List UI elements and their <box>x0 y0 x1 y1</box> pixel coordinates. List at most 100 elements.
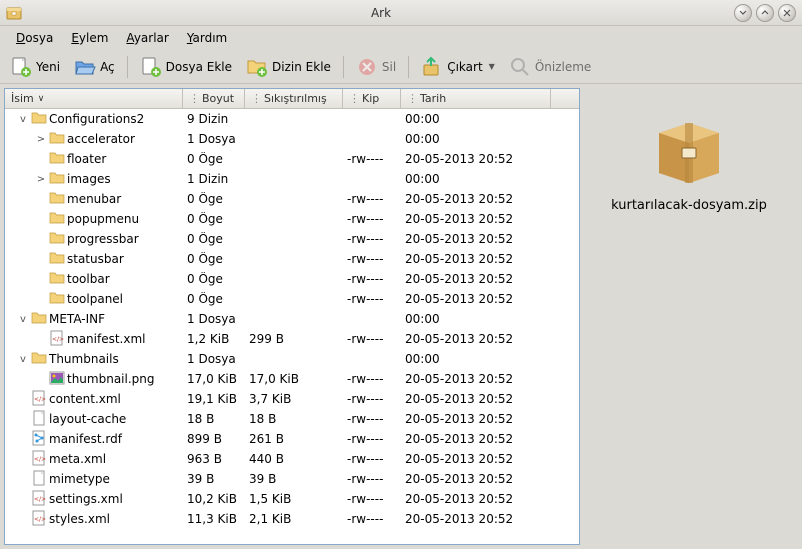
table-row[interactable]: </>styles.xml11,3 KiB2,1 KiB-rw----20-05… <box>5 509 579 529</box>
folder-icon <box>31 310 47 329</box>
table-row[interactable]: >accelerator1 Dosya00:00 <box>5 129 579 149</box>
file-name: floater <box>67 152 106 166</box>
file-date: 20-05-2013 20:52 <box>401 292 551 306</box>
png-icon <box>49 370 65 389</box>
table-row[interactable]: toolpanel0 Öge-rw----20-05-2013 20:52 <box>5 289 579 309</box>
minimize-button[interactable] <box>734 4 752 22</box>
app-icon <box>6 5 22 21</box>
expander-icon[interactable]: v <box>17 114 29 125</box>
folder-icon <box>31 350 47 369</box>
menu-file[interactable]: Dosya <box>8 28 61 48</box>
col-date[interactable]: ⋮Tarih <box>401 89 551 108</box>
col-mode[interactable]: ⋮Kip <box>343 89 401 108</box>
addfile-icon <box>140 56 162 78</box>
expander-icon[interactable]: > <box>35 174 47 185</box>
file-date: 20-05-2013 20:52 <box>401 332 551 346</box>
file-tree[interactable]: vConfigurations29 Dizin00:00>accelerator… <box>5 109 579 544</box>
archive-name: kurtarılacak-dosyam.zip <box>611 198 767 213</box>
file-name: menubar <box>67 192 121 206</box>
file-name: Configurations2 <box>49 112 144 126</box>
table-row[interactable]: floater0 Öge-rw----20-05-2013 20:52 <box>5 149 579 169</box>
file-date: 20-05-2013 20:52 <box>401 512 551 526</box>
menu-settings[interactable]: Ayarlar <box>118 28 176 48</box>
folder-icon <box>49 250 65 269</box>
xml-icon: </> <box>31 490 47 509</box>
table-row[interactable]: menubar0 Öge-rw----20-05-2013 20:52 <box>5 189 579 209</box>
table-row[interactable]: manifest.rdf899 B261 B-rw----20-05-2013 … <box>5 429 579 449</box>
file-name: META-INF <box>49 312 105 326</box>
file-date: 20-05-2013 20:52 <box>401 152 551 166</box>
table-row[interactable]: >images1 Dizin00:00 <box>5 169 579 189</box>
file-size: 0 Öge <box>183 192 245 206</box>
file-compressed: 440 B <box>245 452 343 466</box>
rdf-icon <box>31 430 47 449</box>
col-size[interactable]: ⋮Boyut <box>183 89 245 108</box>
file-name: content.xml <box>49 392 121 406</box>
file-mode: -rw---- <box>343 372 401 386</box>
open-icon <box>74 56 96 78</box>
svg-text:</>: </> <box>34 456 46 463</box>
menu-help[interactable]: Yardım <box>179 28 235 48</box>
extract-dropdown-icon[interactable]: ▼ <box>489 62 495 71</box>
new-button[interactable]: Yeni <box>4 53 66 81</box>
expander-icon[interactable]: v <box>17 354 29 365</box>
file-date: 00:00 <box>401 172 551 186</box>
menu-action[interactable]: Eylem <box>63 28 116 48</box>
table-row[interactable]: layout-cache18 B18 B-rw----20-05-2013 20… <box>5 409 579 429</box>
toolbar-separator <box>408 56 409 78</box>
xml-icon: </> <box>31 510 47 529</box>
table-row[interactable]: </>meta.xml963 B440 B-rw----20-05-2013 2… <box>5 449 579 469</box>
file-mode: -rw---- <box>343 272 401 286</box>
extract-icon <box>421 56 443 78</box>
file-date: 00:00 <box>401 312 551 326</box>
file-size: 899 B <box>183 432 245 446</box>
file-name: manifest.rdf <box>49 432 122 446</box>
file-size: 11,3 KiB <box>183 512 245 526</box>
table-row[interactable]: popupmenu0 Öge-rw----20-05-2013 20:52 <box>5 209 579 229</box>
table-row[interactable]: </>settings.xml10,2 KiB1,5 KiB-rw----20-… <box>5 489 579 509</box>
file-mode: -rw---- <box>343 452 401 466</box>
titlebar: Ark <box>0 0 802 26</box>
expander-icon[interactable]: > <box>35 134 47 145</box>
table-row[interactable]: thumbnail.png17,0 KiB17,0 KiB-rw----20-0… <box>5 369 579 389</box>
file-compressed: 1,5 KiB <box>245 492 343 506</box>
table-row[interactable]: toolbar0 Öge-rw----20-05-2013 20:52 <box>5 269 579 289</box>
file-mode: -rw---- <box>343 152 401 166</box>
svg-text:</>: </> <box>34 396 46 403</box>
file-icon <box>31 410 47 429</box>
file-size: 1 Dosya <box>183 132 245 146</box>
table-row[interactable]: progressbar0 Öge-rw----20-05-2013 20:52 <box>5 229 579 249</box>
window-title: Ark <box>28 6 734 20</box>
adddir-button[interactable]: Dizin Ekle <box>240 53 337 81</box>
maximize-button[interactable] <box>756 4 774 22</box>
file-size: 10,2 KiB <box>183 492 245 506</box>
table-row[interactable]: vMETA-INF1 Dosya00:00 <box>5 309 579 329</box>
file-date: 20-05-2013 20:52 <box>401 212 551 226</box>
table-row[interactable]: </>content.xml19,1 KiB3,7 KiB-rw----20-0… <box>5 389 579 409</box>
open-button[interactable]: Aç <box>68 53 121 81</box>
addfile-button[interactable]: Dosya Ekle <box>134 53 238 81</box>
table-row[interactable]: vThumbnails1 Dosya00:00 <box>5 349 579 369</box>
col-compressed[interactable]: ⋮Sıkıştırılmış <box>245 89 343 108</box>
close-button[interactable] <box>778 4 796 22</box>
file-compressed: 261 B <box>245 432 343 446</box>
table-row[interactable]: statusbar0 Öge-rw----20-05-2013 20:52 <box>5 249 579 269</box>
folder-icon <box>49 210 65 229</box>
file-date: 20-05-2013 20:52 <box>401 252 551 266</box>
file-compressed: 18 B <box>245 412 343 426</box>
file-date: 20-05-2013 20:52 <box>401 412 551 426</box>
file-name: statusbar <box>67 252 124 266</box>
expander-icon[interactable]: v <box>17 314 29 325</box>
extract-button[interactable]: Çıkart ▼ <box>415 53 501 81</box>
col-name[interactable]: İsim∨ <box>5 89 183 108</box>
file-size: 0 Öge <box>183 212 245 226</box>
file-mode: -rw---- <box>343 332 401 346</box>
svg-text:</>: </> <box>52 336 64 343</box>
file-size: 1 Dosya <box>183 352 245 366</box>
file-size: 19,1 KiB <box>183 392 245 406</box>
table-row[interactable]: mimetype39 B39 B-rw----20-05-2013 20:52 <box>5 469 579 489</box>
folder-icon <box>49 150 65 169</box>
file-name: progressbar <box>67 232 139 246</box>
table-row[interactable]: </>manifest.xml1,2 KiB299 B-rw----20-05-… <box>5 329 579 349</box>
table-row[interactable]: vConfigurations29 Dizin00:00 <box>5 109 579 129</box>
